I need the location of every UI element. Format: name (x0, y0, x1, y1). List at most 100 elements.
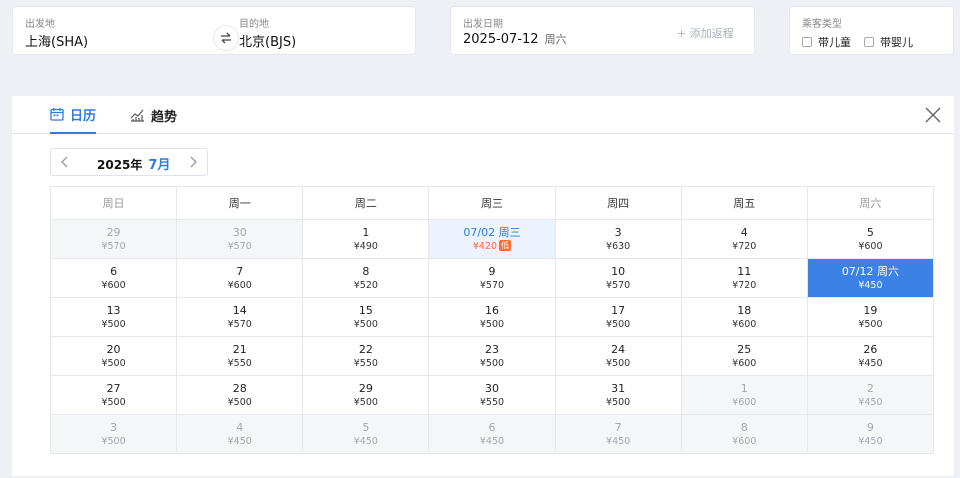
price-value: ¥570 (227, 318, 252, 330)
weekday-header-cell: 周五 (680, 186, 808, 220)
day-label: 9 (866, 420, 874, 434)
day-price: ¥450 (808, 396, 933, 409)
weekday-header-cell: 周一 (176, 186, 304, 220)
price-value: ¥500 (858, 318, 883, 330)
calendar-day-cell[interactable]: 7 ¥600 (176, 258, 304, 298)
day-label: 4 (236, 420, 244, 434)
day-label: 28 (232, 381, 247, 395)
calendar-day-cell[interactable]: 6 ¥600 (49, 258, 178, 298)
day-price: ¥570 (177, 318, 302, 331)
calendar-day-cell[interactable]: 13 ¥500 (49, 297, 178, 337)
price-value: ¥600 (101, 279, 126, 291)
price-value: ¥550 (227, 357, 252, 369)
calendar-day-cell[interactable]: 23 ¥500 (428, 336, 556, 376)
prev-month-button[interactable] (51, 149, 79, 175)
swap-button[interactable] (213, 25, 239, 51)
calendar-day-cell[interactable]: 8 ¥600 (680, 414, 808, 454)
calendar-day-cell[interactable]: 4 ¥450 (176, 414, 304, 454)
weekday-header-cell: 周日 (49, 186, 178, 220)
day-price: ¥500 (556, 357, 681, 370)
calendar-body: 29 ¥570 30 ¥570 1 ¥490 07/02 周三 ¥420 低 3 ¥630 4 ¥720… (49, 219, 935, 454)
calendar-day-cell[interactable]: 24 ¥500 (554, 336, 682, 376)
price-value: ¥630 (606, 240, 631, 252)
calendar-day-cell[interactable]: 30 ¥570 (176, 219, 304, 259)
calendar-day-cell[interactable]: 30 ¥550 (428, 375, 556, 415)
calendar-day-cell[interactable]: 9 ¥570 (428, 258, 556, 298)
price-value: ¥600 (858, 240, 883, 252)
add-return-link[interactable]: + 添加返程 (677, 25, 734, 41)
calendar-day-cell[interactable]: 16 ¥500 (428, 297, 556, 337)
calendar-day-cell[interactable]: 29 ¥570 (49, 219, 178, 259)
calendar-day-cell[interactable]: 28 ¥500 (176, 375, 304, 415)
calendar-day-cell[interactable]: 10 ¥570 (554, 258, 682, 298)
price-value: ¥500 (101, 396, 126, 408)
price-value: ¥500 (606, 357, 631, 369)
departure-date-field[interactable]: 出发日期 2025-07-12 周六 (451, 7, 661, 54)
calendar-day-cell[interactable]: 6 ¥450 (428, 414, 556, 454)
day-price: ¥500 (303, 396, 428, 409)
day-price: ¥600 (808, 240, 933, 253)
calendar-day-cell[interactable]: 22 ¥550 (302, 336, 430, 376)
day-price: ¥600 (682, 357, 807, 370)
passenger-card: 乘客类型 带儿童 带婴儿 (789, 6, 954, 55)
calendar-day-cell[interactable]: 15 ¥500 (302, 297, 430, 337)
calendar-day-cell[interactable]: 26 ¥450 (806, 336, 935, 376)
calendar-day-cell[interactable]: 27 ¥500 (49, 375, 178, 415)
child-checkbox-box[interactable] (802, 37, 812, 47)
calendar-day-cell[interactable]: 31 ¥500 (554, 375, 682, 415)
close-icon[interactable] (924, 106, 942, 124)
day-price: ¥570 (556, 279, 681, 292)
day-label: 22 (358, 342, 373, 356)
day-price: ¥500 (556, 318, 681, 331)
destination-field[interactable]: 目的地 北京(BJS) (239, 7, 415, 54)
origin-field[interactable]: 出发地 上海(SHA) (13, 7, 213, 54)
calendar-day-cell[interactable]: 1 ¥600 (680, 375, 808, 415)
calendar-day-cell[interactable]: 5 ¥600 (806, 219, 935, 259)
calendar-day-cell[interactable]: 29 ¥500 (302, 375, 430, 415)
day-price: ¥450 (808, 357, 933, 370)
calendar-day-cell[interactable]: 21 ¥550 (176, 336, 304, 376)
calendar-day-cell[interactable]: 07/12 周六 ¥450 (806, 258, 935, 298)
current-month-label: 7月 (148, 158, 171, 173)
calendar-day-cell[interactable]: 11 ¥720 (680, 258, 808, 298)
calendar-day-cell[interactable]: 3 ¥500 (49, 414, 178, 454)
infant-checkbox-box[interactable] (864, 37, 874, 47)
child-checkbox[interactable]: 带儿童 (802, 34, 851, 50)
destination-label: 目的地 (239, 19, 269, 30)
day-label: 5 (866, 225, 874, 239)
tab-trend[interactable]: 趋势 (130, 96, 177, 134)
calendar-day-cell[interactable]: 9 ¥450 (806, 414, 935, 454)
day-label: 19 (863, 303, 878, 317)
price-value: ¥450 (858, 435, 883, 447)
next-month-button[interactable] (179, 149, 207, 175)
day-label: 25 (737, 342, 752, 356)
infant-checkbox[interactable]: 带婴儿 (864, 34, 913, 50)
calendar-panel: 日历 趋势 2025年 7月 周日 周一 周二 周三 周四 周五 周六 29 ¥… (12, 96, 954, 476)
calendar-day-cell[interactable]: 5 ¥450 (302, 414, 430, 454)
price-value: ¥570 (606, 279, 631, 291)
day-price: ¥500 (429, 318, 554, 331)
calendar-day-cell[interactable]: 3 ¥630 (554, 219, 682, 259)
calendar-day-cell[interactable]: 8 ¥520 (302, 258, 430, 298)
price-value: ¥600 (732, 435, 757, 447)
calendar-day-cell[interactable]: 14 ¥570 (176, 297, 304, 337)
calendar-day-cell[interactable]: 7 ¥450 (554, 414, 682, 454)
calendar-day-cell[interactable]: 19 ¥500 (806, 297, 935, 337)
calendar-day-cell[interactable]: 25 ¥600 (680, 336, 808, 376)
day-price: ¥720 (682, 240, 807, 253)
tab-calendar[interactable]: 日历 (50, 96, 97, 134)
calendar-day-cell[interactable]: 07/02 周三 ¥420 低 (428, 219, 556, 259)
calendar-day-cell[interactable]: 4 ¥720 (680, 219, 808, 259)
price-value: ¥450 (479, 435, 505, 447)
calendar-day-cell[interactable]: 17 ¥500 (554, 297, 682, 337)
day-label: 7 (236, 264, 244, 278)
calendar-day-cell[interactable]: 18 ¥600 (680, 297, 808, 337)
calendar-day-cell[interactable]: 2 ¥450 (806, 375, 935, 415)
calendar-icon (50, 108, 64, 121)
calendar-day-cell[interactable]: 20 ¥500 (49, 336, 178, 376)
day-label: 29 (106, 225, 121, 239)
calendar-day-cell[interactable]: 1 ¥490 (302, 219, 430, 259)
tab-calendar-label: 日历 (70, 108, 97, 124)
date-card: 出发日期 2025-07-12 周六 + 添加返程 (450, 6, 755, 55)
day-label: 8 (362, 264, 370, 278)
